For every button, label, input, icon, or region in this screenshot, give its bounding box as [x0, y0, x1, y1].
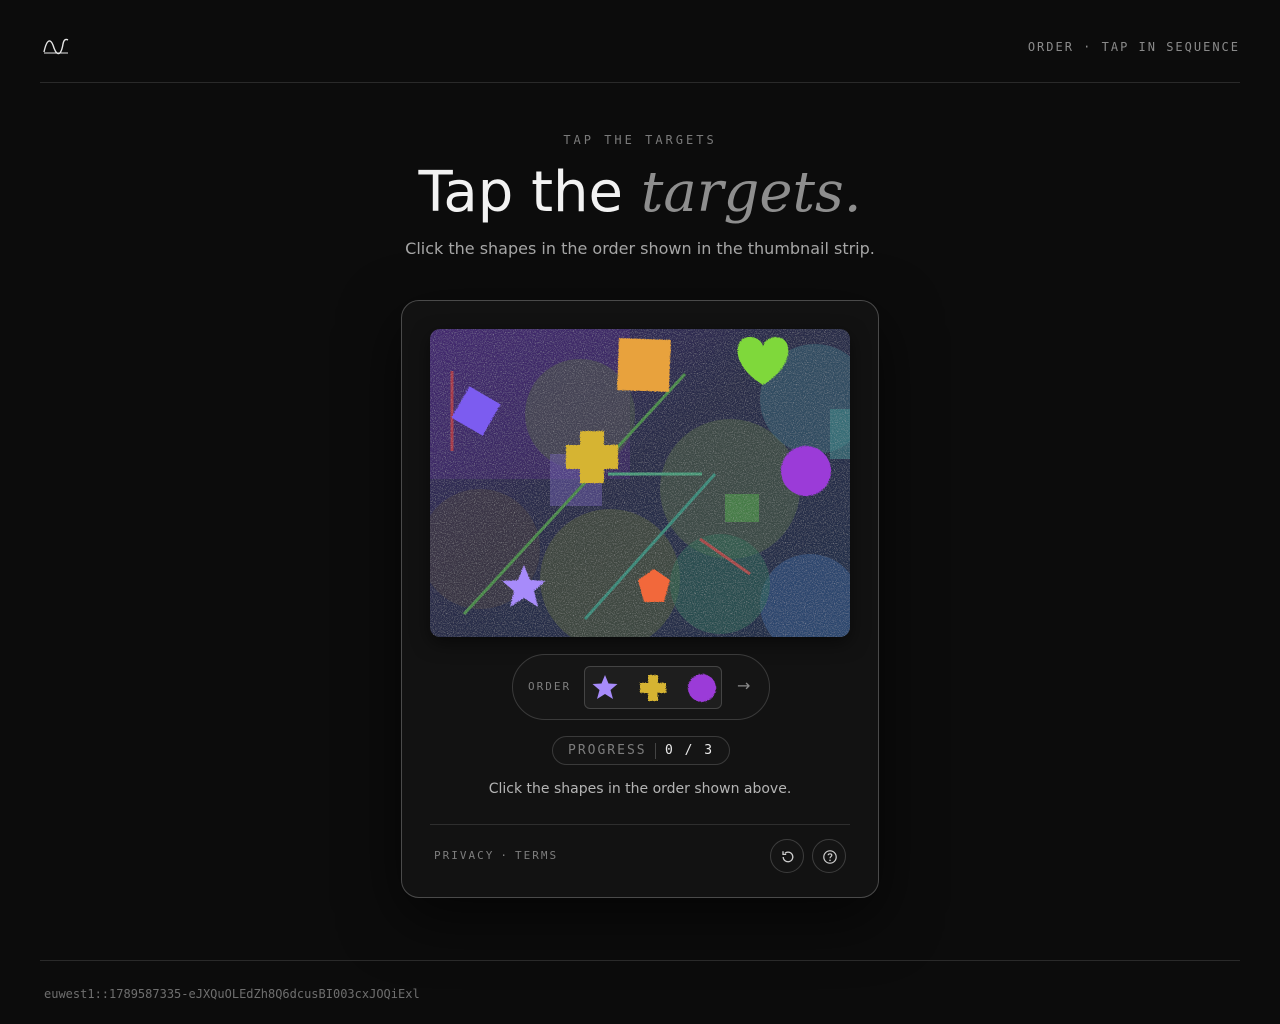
- order-label: ORDER: [528, 680, 572, 693]
- reload-button[interactable]: [770, 839, 804, 873]
- thumbnail-strip: [584, 666, 722, 709]
- link-separator: ·: [500, 849, 509, 862]
- thumb-cross: [640, 675, 666, 701]
- legal-links: PRIVACY · TERMS: [434, 849, 558, 862]
- privacy-link[interactable]: PRIVACY: [434, 849, 494, 862]
- footer-divider: [40, 960, 1240, 961]
- progress-value: 0 / 3: [665, 743, 715, 758]
- arrow-right-icon[interactable]: →: [737, 676, 750, 695]
- eyebrow-label: TAP THE TARGETS: [563, 133, 717, 147]
- challenge-card: ORDER → PROGRESS 0 / 3 Click the shapes …: [401, 300, 879, 898]
- title-emphasis: targets.: [640, 160, 862, 225]
- thumb-circle: [688, 674, 716, 702]
- progress-divider: [655, 743, 656, 759]
- top-bar: ORDER · TAP IN SEQUENCE: [40, 0, 1240, 83]
- progress-indicator: PROGRESS 0 / 3: [552, 736, 730, 765]
- bg-circle: [670, 534, 770, 634]
- mode-label: ORDER · TAP IN SEQUENCE: [1027, 40, 1240, 54]
- challenge-canvas[interactable]: [430, 329, 850, 637]
- progress-label: PROGRESS: [568, 743, 647, 758]
- bg-rect: [830, 409, 850, 459]
- shape-circle[interactable]: [781, 446, 831, 496]
- thumb-star: [592, 675, 618, 699]
- terms-link[interactable]: TERMS: [515, 849, 558, 862]
- help-button[interactable]: [812, 839, 846, 873]
- bg-rect: [725, 494, 759, 522]
- session-id: euwest1::1789587335-eJXQuOLEdZh8Q6dcusBI…: [44, 987, 420, 1001]
- page-title: Tap the targets.: [0, 158, 1280, 228]
- reload-icon: [782, 851, 794, 863]
- help-icon: [823, 850, 837, 864]
- wave-logo-icon: [43, 38, 69, 55]
- order-strip: ORDER →: [512, 654, 770, 720]
- title-plain: Tap the: [418, 160, 623, 225]
- card-divider: [430, 824, 850, 825]
- shape-square[interactable]: [617, 338, 671, 392]
- page-subtitle: Click the shapes in the order shown in t…: [405, 239, 875, 258]
- instruction-text: Click the shapes in the order shown abov…: [488, 781, 792, 797]
